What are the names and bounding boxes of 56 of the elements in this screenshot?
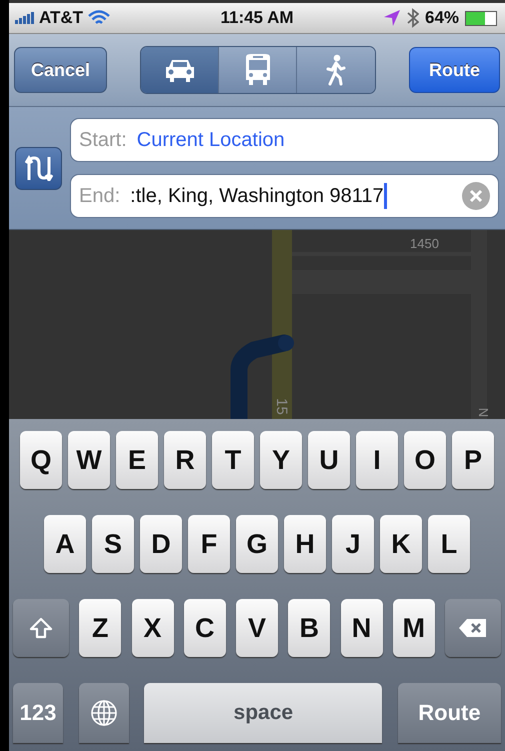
- route-key[interactable]: Route: [398, 683, 501, 743]
- route-button[interactable]: Route: [409, 47, 500, 93]
- key[interactable]: S: [92, 515, 134, 573]
- key[interactable]: N: [340, 599, 382, 657]
- walking-person-icon: [325, 54, 348, 86]
- battery-icon: [465, 10, 498, 26]
- map-label: 1450: [410, 236, 439, 251]
- key[interactable]: D: [140, 515, 182, 573]
- key[interactable]: Z: [79, 599, 122, 657]
- transport-mode-tab[interactable]: [219, 47, 298, 93]
- start-field[interactable]: Start: Current Location: [70, 118, 499, 162]
- key[interactable]: B: [288, 599, 330, 657]
- swap-arrows-icon: [24, 155, 52, 181]
- globe-key[interactable]: [78, 683, 129, 743]
- transport-mode-tab[interactable]: [297, 47, 376, 93]
- clock-time: 11:45 AM: [220, 8, 294, 28]
- key[interactable]: W: [68, 431, 110, 489]
- key[interactable]: O: [404, 431, 446, 489]
- globe-icon: [90, 699, 118, 727]
- numbers-key[interactable]: 123: [13, 683, 63, 743]
- bluetooth-icon: [406, 8, 419, 28]
- shift-key[interactable]: [13, 599, 69, 657]
- space-key[interactable]: space: [144, 683, 382, 743]
- end-field[interactable]: End: :tle, King, Washington 98117: [70, 174, 499, 218]
- shift-arrow-icon: [29, 617, 53, 639]
- backspace-icon: [458, 617, 488, 639]
- cancel-button[interactable]: Cancel: [14, 47, 108, 93]
- street-number-label: 15: [272, 398, 290, 415]
- key[interactable]: I: [356, 431, 398, 489]
- key[interactable]: T: [212, 431, 254, 489]
- key[interactable]: E: [116, 431, 158, 489]
- carrier-name: AT&T: [39, 8, 84, 28]
- key[interactable]: H: [284, 515, 326, 573]
- key[interactable]: J: [332, 515, 374, 573]
- key[interactable]: M: [392, 599, 435, 657]
- swap-button[interactable]: [15, 146, 62, 190]
- key[interactable]: F: [188, 515, 230, 573]
- street-label: N: [476, 408, 492, 418]
- key[interactable]: K: [380, 515, 422, 573]
- key[interactable]: C: [184, 599, 226, 657]
- transport-mode-tab[interactable]: [141, 47, 220, 93]
- battery-percent: 64%: [424, 8, 460, 28]
- key[interactable]: G: [236, 515, 278, 573]
- key[interactable]: P: [452, 431, 494, 489]
- key[interactable]: Q: [20, 431, 62, 489]
- key[interactable]: Y: [260, 431, 302, 489]
- key[interactable]: L: [428, 515, 470, 573]
- key[interactable]: R: [164, 431, 206, 489]
- delete-key[interactable]: [445, 599, 501, 657]
- key[interactable]: A: [44, 515, 86, 573]
- signal-icon: [15, 12, 34, 24]
- key[interactable]: U: [308, 431, 350, 489]
- key[interactable]: V: [236, 599, 278, 657]
- wifi-icon: [88, 10, 110, 26]
- location-arrow-icon: [382, 9, 401, 27]
- key[interactable]: X: [132, 599, 174, 657]
